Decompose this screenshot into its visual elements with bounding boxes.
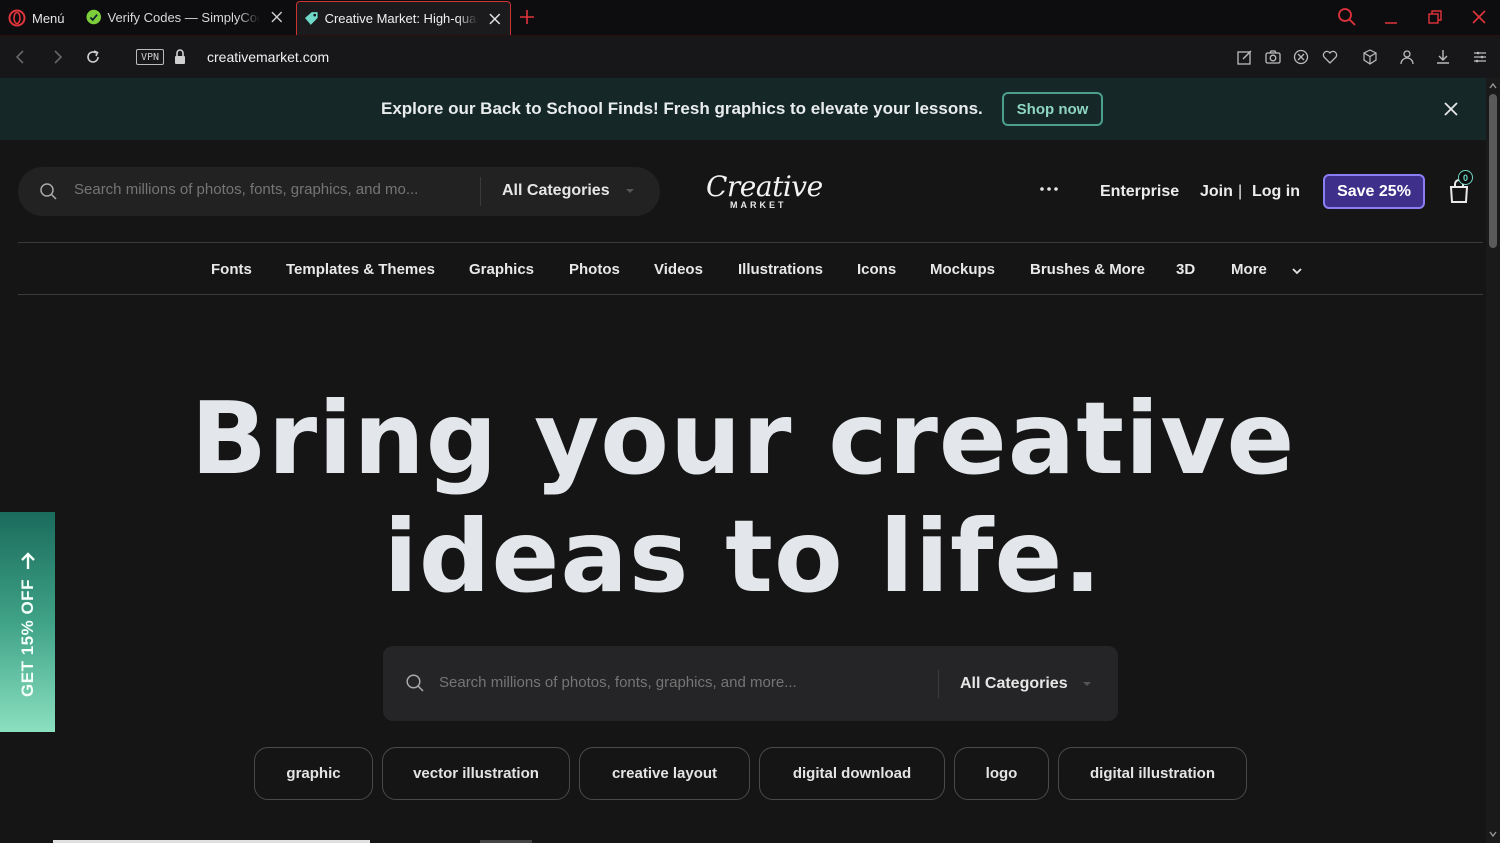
page-scrollbar[interactable] <box>1486 78 1500 843</box>
close-tab-icon[interactable] <box>488 12 502 26</box>
hero-line-2: ideas to life. <box>383 498 1103 615</box>
browser-tab-creative-market[interactable]: Creative Market: High-quality <box>296 1 511 35</box>
nav-item-graphics[interactable]: Graphics <box>469 261 534 278</box>
reload-icon[interactable] <box>84 48 102 66</box>
nav-item-videos[interactable]: Videos <box>654 261 703 278</box>
logo-subtext: MARKET <box>730 200 787 210</box>
promo-banner: Explore our Back to School Finds! Fresh … <box>0 78 1486 140</box>
easy-setup-icon[interactable] <box>1471 48 1489 66</box>
address-bar: VPN creativemarket.com <box>0 35 1500 78</box>
tab-title: Verify Codes — SimplyCodes <box>107 9 260 25</box>
browser-menu-button[interactable]: Menú <box>8 8 65 28</box>
hero-category-select[interactable]: All Categories <box>960 675 1068 693</box>
side-discount-label: GET 15% OFF <box>18 579 37 697</box>
lock-icon[interactable] <box>173 48 187 66</box>
suggestion-chip-graphic[interactable]: graphic <box>254 747 373 800</box>
save-25-button[interactable]: Save 25% <box>1323 174 1425 209</box>
edit-snapshot-icon[interactable] <box>1236 48 1254 66</box>
category-nav: Fonts Templates & Themes Graphics Photos… <box>18 242 1483 295</box>
nav-item-templates-themes[interactable]: Templates & Themes <box>286 261 435 278</box>
join-link[interactable]: Join <box>1200 183 1233 201</box>
close-icon[interactable] <box>1443 101 1459 117</box>
scroll-down-icon[interactable] <box>1489 830 1497 838</box>
back-icon[interactable] <box>12 48 30 66</box>
nav-item-fonts[interactable]: Fonts <box>211 261 252 278</box>
tab-title: Creative Market: High-quality <box>324 11 479 26</box>
close-tab-icon[interactable] <box>270 10 284 24</box>
nav-item-icons[interactable]: Icons <box>857 261 896 278</box>
logo-wordmark[interactable]: Creative <box>706 170 823 203</box>
vpn-badge[interactable]: VPN <box>136 49 164 65</box>
suggestion-chip-creative-layout[interactable]: creative layout <box>579 747 750 800</box>
creative-market-favicon-icon <box>304 11 318 25</box>
download-icon[interactable] <box>1434 48 1452 66</box>
restore-icon[interactable] <box>1424 6 1446 28</box>
new-tab-plus-icon[interactable] <box>518 8 536 26</box>
search-divider <box>938 670 939 698</box>
promo-text: Explore our Back to School Finds! Fresh … <box>381 99 983 118</box>
camera-icon[interactable] <box>1264 48 1282 66</box>
hero-headline: Bring your creative ideas to life. <box>0 380 1486 616</box>
browser-menu-label: Menú <box>32 10 65 26</box>
header-separator: | <box>1238 183 1243 200</box>
cube-icon[interactable] <box>1361 48 1379 66</box>
nav-item-brushes-more[interactable]: Brushes & More <box>1030 261 1145 278</box>
enterprise-link[interactable]: Enterprise <box>1100 183 1179 201</box>
ad-block-icon[interactable] <box>1292 48 1310 66</box>
search-icon[interactable] <box>405 673 425 693</box>
category-select[interactable]: All Categories <box>502 182 610 200</box>
suggestion-chip-digital-download[interactable]: digital download <box>759 747 945 800</box>
chevron-down-icon[interactable] <box>1081 678 1093 690</box>
arrow-up-icon <box>21 552 35 569</box>
suggestion-chip-vector-illustration[interactable]: vector illustration <box>382 747 570 800</box>
suggestion-chip-logo[interactable]: logo <box>954 747 1049 800</box>
login-link[interactable]: Log in <box>1252 183 1300 201</box>
close-window-icon[interactable] <box>1468 6 1490 28</box>
hero-search-input[interactable] <box>439 674 919 691</box>
search-divider <box>480 177 481 206</box>
search-input[interactable] <box>74 181 444 198</box>
scroll-up-icon[interactable] <box>1489 82 1497 90</box>
heart-icon[interactable] <box>1321 48 1339 66</box>
browser-tab-strip: Menú Verify Codes — SimplyCodes Creative… <box>0 0 1500 35</box>
simplycodes-favicon-icon <box>86 9 102 25</box>
chevron-down-icon[interactable] <box>624 185 636 197</box>
nav-item-more[interactable]: More <box>1231 261 1267 278</box>
hero-line-1: Bring your creative <box>190 380 1296 497</box>
nav-item-mockups[interactable]: Mockups <box>930 261 995 278</box>
scroll-thumb[interactable] <box>1489 94 1497 248</box>
hero-search-bar: All Categories <box>383 646 1118 721</box>
url-field[interactable]: creativemarket.com <box>207 49 329 65</box>
browser-tab-simplycodes[interactable]: Verify Codes — SimplyCodes <box>80 0 292 34</box>
nav-item-illustrations[interactable]: Illustrations <box>738 261 823 278</box>
nav-item-photos[interactable]: Photos <box>569 261 620 278</box>
opera-logo-icon <box>8 9 26 27</box>
header-search-bar: All Categories <box>18 167 660 216</box>
cart-count-badge: 0 <box>1458 170 1473 185</box>
search-icon[interactable] <box>39 182 58 201</box>
minimize-icon[interactable] <box>1380 6 1402 28</box>
chevron-down-icon[interactable] <box>1291 266 1303 276</box>
shop-now-button[interactable]: Shop now <box>1002 92 1103 126</box>
profile-icon[interactable] <box>1398 48 1416 66</box>
search-tabs-icon[interactable] <box>1336 6 1358 28</box>
forward-icon[interactable] <box>48 48 66 66</box>
suggestion-chip-digital-illustration[interactable]: digital illustration <box>1058 747 1247 800</box>
nav-item-3d[interactable]: 3D <box>1176 261 1195 278</box>
more-options-icon[interactable] <box>1038 182 1060 196</box>
